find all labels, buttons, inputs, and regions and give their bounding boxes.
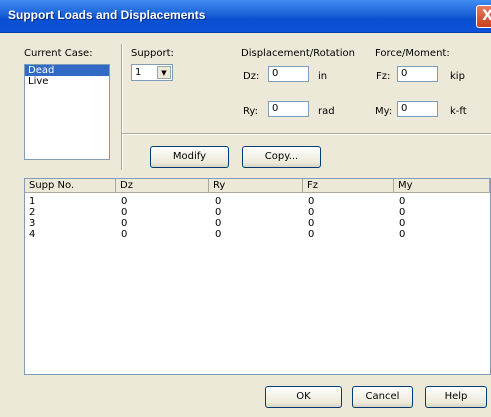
cell-supp-no: 4	[29, 229, 36, 240]
ry-unit: rad	[318, 106, 335, 117]
my-unit: k-ft	[450, 106, 467, 117]
table-row[interactable]: 1 0 0 0 0	[25, 196, 490, 207]
cell-supp-no: 3	[29, 218, 36, 229]
support-grid[interactable]: Supp No. Dz Ry Fz My 1 0 0 0 0 2 0 0 0 0…	[24, 178, 491, 375]
current-case-list[interactable]: Dead Live	[24, 64, 110, 160]
cell-my: 0	[399, 196, 406, 207]
cell-ry: 0	[215, 229, 222, 240]
cell-dz: 0	[121, 218, 128, 229]
support-loads-dialog: Support Loads and Displacements X Curren…	[0, 0, 491, 417]
fz-field[interactable]: 0	[397, 66, 438, 82]
copy-button[interactable]: Copy...	[242, 146, 321, 168]
current-case-label: Current Case:	[24, 48, 93, 59]
modify-button[interactable]: Modify	[150, 146, 229, 168]
cell-my: 0	[399, 218, 406, 229]
case-item-live[interactable]: Live	[25, 76, 109, 87]
cancel-button[interactable]: Cancel	[352, 386, 413, 408]
col-header-my[interactable]: My	[394, 179, 490, 193]
dz-label: Dz:	[243, 71, 260, 82]
fz-label: Fz:	[376, 71, 391, 82]
support-dropdown[interactable]: 1 ▼	[131, 64, 173, 81]
table-row[interactable]: 3 0 0 0 0	[25, 218, 490, 229]
cell-ry: 0	[215, 207, 222, 218]
table-row[interactable]: 4 0 0 0 0	[25, 229, 490, 240]
support-label: Support:	[131, 48, 174, 59]
grid-header: Supp No. Dz Ry Fz My	[25, 179, 490, 193]
cell-dz: 0	[121, 207, 128, 218]
my-label: My:	[375, 106, 393, 117]
cell-fz: 0	[308, 218, 315, 229]
fz-unit: kip	[450, 71, 465, 82]
close-icon: X	[482, 8, 491, 24]
cell-my: 0	[399, 229, 406, 240]
col-header-ry[interactable]: Ry	[209, 179, 303, 193]
cell-ry: 0	[215, 218, 222, 229]
cell-fz: 0	[308, 207, 315, 218]
col-header-fz[interactable]: Fz	[303, 179, 394, 193]
support-selected-value: 1	[135, 67, 142, 78]
cell-dz: 0	[121, 196, 128, 207]
cell-my: 0	[399, 207, 406, 218]
close-button[interactable]: X	[476, 5, 491, 28]
ry-label: Ry:	[243, 106, 258, 117]
force-heading: Force/Moment:	[375, 48, 450, 59]
dz-unit: in	[318, 71, 328, 82]
displacement-heading: Displacement/Rotation	[241, 48, 355, 59]
col-header-dz[interactable]: Dz	[116, 179, 209, 193]
cell-supp-no: 1	[29, 196, 36, 207]
form-divider	[122, 133, 491, 135]
my-field[interactable]: 0	[397, 101, 438, 117]
cell-ry: 0	[215, 196, 222, 207]
cell-fz: 0	[308, 196, 315, 207]
panel-divider	[121, 44, 123, 170]
case-item-dead[interactable]: Dead	[25, 65, 109, 76]
col-header-supp-no[interactable]: Supp No.	[25, 179, 116, 193]
table-row[interactable]: 2 0 0 0 0	[25, 207, 490, 218]
cell-dz: 0	[121, 229, 128, 240]
window-title: Support Loads and Displacements	[8, 8, 206, 22]
help-button[interactable]: Help	[425, 386, 487, 408]
chevron-down-icon[interactable]: ▼	[157, 66, 171, 79]
cell-supp-no: 2	[29, 207, 36, 218]
dz-field[interactable]: 0	[268, 66, 309, 82]
ok-button[interactable]: OK	[265, 386, 342, 408]
title-bar[interactable]: Support Loads and Displacements X	[0, 0, 491, 33]
ry-field[interactable]: 0	[268, 101, 309, 117]
cell-fz: 0	[308, 229, 315, 240]
